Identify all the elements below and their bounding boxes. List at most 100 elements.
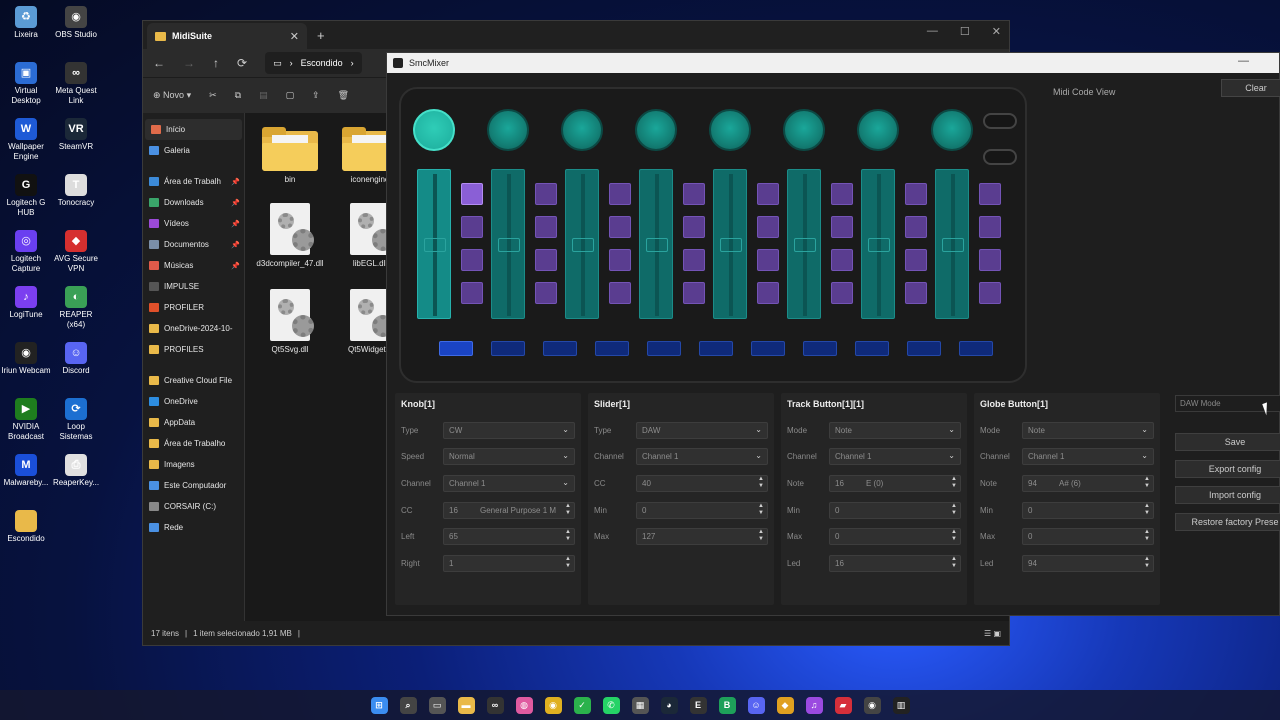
task-view-icon[interactable]: ▭ — [428, 696, 446, 714]
track-button-2-2[interactable] — [535, 216, 557, 238]
sidebar-item[interactable]: PROFILER — [143, 297, 244, 318]
track-button-1-4[interactable] — [461, 282, 483, 304]
globe-button-8[interactable] — [803, 341, 837, 356]
track-button-4-1[interactable] — [683, 183, 705, 205]
track-button-5-3[interactable] — [757, 249, 779, 271]
cut-icon[interactable]: ✂ — [209, 90, 217, 101]
spin-arrows-icon[interactable]: ▲ ▼ — [951, 503, 957, 517]
save-button[interactable]: Save — [1175, 433, 1280, 451]
whatsapp-icon[interactable]: ✆ — [602, 696, 620, 714]
dropdown-select[interactable]: DAW ⌄ — [636, 421, 768, 439]
track-button-6-2[interactable] — [831, 216, 853, 238]
desktop-icon[interactable]: ▣ Virtual Desktop — [0, 62, 52, 106]
start-icon[interactable]: ⊞ — [370, 696, 388, 714]
view-toggle-icons[interactable]: ☰ ▣ — [984, 629, 1001, 638]
track-button-2-4[interactable] — [535, 282, 557, 304]
slider-6[interactable] — [787, 169, 821, 319]
globe-button-4[interactable] — [595, 341, 629, 356]
refresh-icon[interactable]: ⟳ — [237, 56, 247, 70]
sidebar-item[interactable]: Documentos 📌 — [143, 234, 244, 255]
file-item[interactable]: Qt5Svg.dll — [253, 289, 327, 355]
meta-icon[interactable]: ∞ — [486, 696, 504, 714]
number-spinbox[interactable]: 127 ▲ ▼ — [636, 528, 768, 546]
discord-icon[interactable]: ☺ — [747, 696, 765, 714]
chevron-down-icon[interactable]: ⌄ — [562, 478, 569, 487]
smcmixer-window[interactable]: SmcMixer — Midi Code View Clear Knob[1] T… — [386, 52, 1280, 616]
file-explorer-icon[interactable]: ▬ — [457, 696, 475, 714]
number-spinbox[interactable]: 1 ▲ ▼ — [443, 555, 575, 572]
globe-button-7[interactable] — [751, 341, 785, 356]
desktop-icon[interactable]: ⎙ ReaperKey... — [50, 454, 102, 488]
rename-icon[interactable]: ▢ — [286, 90, 295, 101]
back-icon[interactable]: ← — [153, 56, 165, 70]
sidebar-item[interactable]: Início — [145, 119, 242, 140]
track-button-3-1[interactable] — [609, 183, 631, 205]
desktop-icon[interactable]: ◆ AVG Secure VPN — [50, 230, 102, 274]
track-button-7-1[interactable] — [905, 183, 927, 205]
track-button-7-4[interactable] — [905, 282, 927, 304]
dropdown-select[interactable]: Note ⌄ — [1022, 421, 1154, 439]
slider-1[interactable] — [417, 169, 451, 319]
spin-arrows-icon[interactable]: ▲ ▼ — [758, 529, 764, 543]
slider-4[interactable] — [639, 169, 673, 319]
desktop-icon[interactable]: M Malwareby... — [0, 454, 52, 488]
track-button-3-4[interactable] — [609, 282, 631, 304]
close-icon[interactable]: ✕ — [992, 25, 1001, 38]
slider-8[interactable] — [935, 169, 969, 319]
desktop-icon[interactable]: ♻ Lixeira — [0, 6, 52, 40]
chevron-down-icon[interactable]: ⌄ — [1141, 425, 1148, 434]
track-button-8-1[interactable] — [979, 183, 1001, 205]
dropdown-select[interactable]: Channel 1 ⌄ — [636, 448, 768, 466]
spin-arrows-icon[interactable]: ▲ ▼ — [951, 556, 957, 570]
copy-icon[interactable]: ⧉ — [235, 90, 241, 101]
desktop-icon[interactable]: ♪ LogiTune — [0, 286, 52, 320]
track-button-5-1[interactable] — [757, 183, 779, 205]
knob-2[interactable] — [487, 109, 529, 151]
spin-arrows-icon[interactable]: ▲ ▼ — [565, 556, 571, 570]
track-button-1-2[interactable] — [461, 216, 483, 238]
sidebar-item[interactable]: CORSAIR (C:) — [143, 496, 244, 517]
desktop-icon[interactable]: ⟳ Loop Sistemas — [50, 398, 102, 442]
spin-arrows-icon[interactable]: ▲ ▼ — [1144, 529, 1150, 543]
track-button-6-1[interactable] — [831, 183, 853, 205]
number-spinbox[interactable]: 94 A# (6) ▲ ▼ — [1022, 474, 1154, 492]
sidebar-item[interactable]: OneDrive — [143, 391, 244, 412]
globe-button-3[interactable] — [543, 341, 577, 356]
photos-icon[interactable]: ◍ — [515, 696, 533, 714]
globe-button-10[interactable] — [907, 341, 941, 356]
number-spinbox[interactable]: 0 ▲ ▼ — [1022, 528, 1154, 546]
sidebar-item[interactable]: IMPULSE — [143, 276, 244, 297]
sidebar-item[interactable]: Galeria — [143, 140, 244, 161]
track-button-6-3[interactable] — [831, 249, 853, 271]
dropdown-select[interactable]: Channel 1 ⌄ — [829, 448, 961, 466]
clear-button[interactable]: Clear — [1221, 79, 1280, 97]
number-spinbox[interactable]: 40 ▲ ▼ — [636, 474, 768, 492]
new-button[interactable]: ⊕ Novo ▾ — [153, 90, 191, 101]
sidebar-item[interactable]: Área de Trabalh 📌 — [143, 171, 244, 192]
streamer-icon[interactable]: ▰ — [834, 696, 852, 714]
track-button-1-3[interactable] — [461, 249, 483, 271]
track-button-3-3[interactable] — [609, 249, 631, 271]
spin-arrows-icon[interactable]: ▲ ▼ — [1144, 503, 1150, 517]
number-spinbox[interactable]: 16 E (0) ▲ ▼ — [829, 474, 961, 492]
chevron-down-icon[interactable]: ⌄ — [562, 451, 569, 460]
track-button-7-2[interactable] — [905, 216, 927, 238]
spin-arrows-icon[interactable]: ▲ ▼ — [951, 529, 957, 543]
import-config-button[interactable]: Import config — [1175, 486, 1280, 504]
knob-4[interactable] — [635, 109, 677, 151]
mode-pill-button[interactable] — [983, 149, 1017, 165]
sidebar-item[interactable]: Área de Trabalho — [143, 433, 244, 454]
track-button-8-4[interactable] — [979, 282, 1001, 304]
desktop-icon[interactable]: ▶ NVIDIA Broadcast — [0, 398, 52, 442]
export-config-button[interactable]: Export config — [1175, 459, 1280, 478]
knob-7[interactable] — [857, 109, 899, 151]
track-button-5-2[interactable] — [757, 216, 779, 238]
file-item[interactable]: d3dcompiler_47.dll — [253, 203, 327, 269]
minimize-icon[interactable]: — — [927, 25, 938, 38]
spin-arrows-icon[interactable]: ▲ ▼ — [565, 529, 571, 543]
minimize-icon[interactable]: — — [1238, 55, 1249, 67]
sidebar-item[interactable]: Rede — [143, 517, 244, 538]
piano-icon[interactable]: ▥ — [892, 696, 910, 714]
sidebar-item[interactable]: Creative Cloud File — [143, 370, 244, 391]
knob-3[interactable] — [561, 109, 603, 151]
